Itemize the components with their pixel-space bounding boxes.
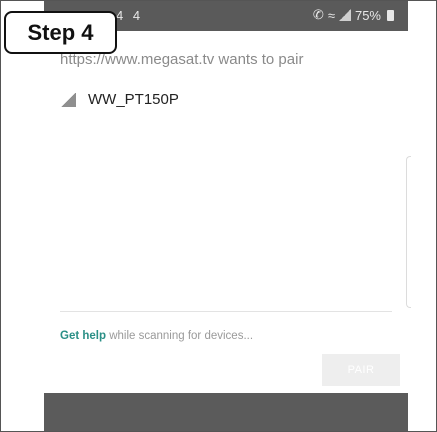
notification-icons: 4 4	[116, 8, 144, 23]
status-icons: ✆ ≈ 75%	[313, 7, 394, 23]
get-help-link[interactable]: Get help	[60, 330, 106, 342]
battery-percent: 75%	[354, 7, 381, 23]
scrollbar[interactable]	[406, 156, 411, 308]
divider	[60, 311, 392, 312]
help-description: while scanning for devices...	[106, 330, 254, 342]
pair-dialog: https://www.megasat.tv wants to pair WW_…	[44, 31, 411, 393]
vibrate-icon: ✆	[312, 7, 324, 22]
cell-signal-icon	[338, 9, 351, 21]
pair-button[interactable]: PAIR	[322, 354, 400, 386]
navigation-bar	[44, 393, 408, 431]
wifi-icon: ≈	[327, 7, 335, 23]
help-text: Get help while scanning for devices...	[60, 330, 253, 342]
device-list-item[interactable]: WW_PT150P	[60, 91, 179, 108]
screenshot-frame: 4 4 ✆ ≈ 75% Step 4 https://www.megasat.t…	[0, 0, 437, 432]
signal-strength-icon	[60, 92, 76, 107]
battery-icon	[387, 9, 394, 21]
step-badge: Step 4	[4, 11, 117, 54]
device-name: WW_PT150P	[88, 91, 179, 108]
